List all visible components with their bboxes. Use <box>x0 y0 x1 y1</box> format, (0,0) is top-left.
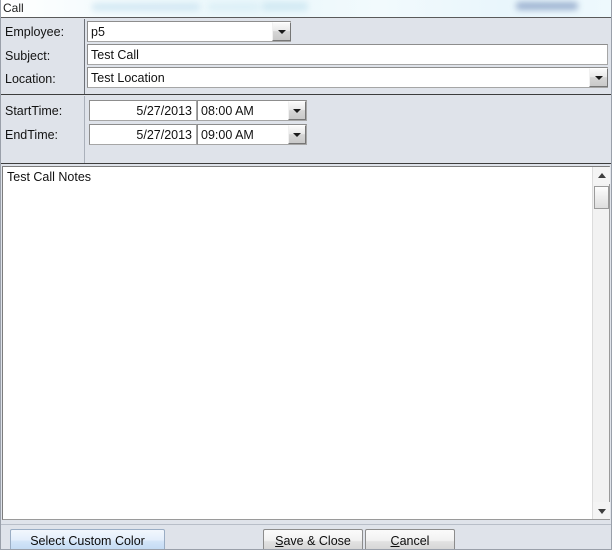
notes-textarea[interactable]: Test Call Notes <box>2 166 610 520</box>
employee-dropdown-button[interactable] <box>272 22 291 41</box>
endtime-date-input[interactable]: 5/27/2013 <box>89 124 197 145</box>
save-close-rest: ave & Close <box>283 534 351 548</box>
background-blur-c <box>262 2 308 11</box>
starttime-date-input[interactable]: 5/27/2013 <box>89 100 197 121</box>
location-label: Location: <box>5 72 56 86</box>
notes-text: Test Call Notes <box>7 170 92 184</box>
cancel-accel: C <box>390 534 400 548</box>
location-input[interactable]: Test Location <box>87 67 608 88</box>
cancel-rest: ancel <box>399 534 430 548</box>
background-blur-b <box>208 3 260 11</box>
subject-input[interactable]: Test Call <box>87 44 608 65</box>
subject-label: Subject: <box>5 49 51 63</box>
employee-label: Employee: <box>5 25 65 39</box>
background-blur-d <box>516 2 578 10</box>
window-title: Call <box>3 1 24 15</box>
endtime-dropdown-button[interactable] <box>288 125 306 144</box>
call-dialog-window: Call Employee: Subject: Location: p5 Tes… <box>0 0 612 550</box>
footer-divider <box>1 524 611 525</box>
schedule-section: StartTime: EndTime: 5/27/2013 08:00 AM 5… <box>1 96 611 164</box>
starttime-label: StartTime: <box>5 104 63 118</box>
save-and-close-button[interactable]: Save & Close <box>263 529 363 550</box>
window-title-bar: Call <box>0 0 612 17</box>
caret-up-icon[interactable] <box>593 167 610 184</box>
scroll-thumb[interactable] <box>594 186 609 209</box>
cancel-button[interactable]: Cancel <box>365 529 455 550</box>
caret-down-icon[interactable] <box>593 502 610 519</box>
details-section: Employee: Subject: Location: p5 Test Cal… <box>1 19 611 95</box>
endtime-label: EndTime: <box>5 128 59 142</box>
notes-vertical-scrollbar[interactable] <box>592 167 610 519</box>
background-blur-a <box>92 3 200 11</box>
location-dropdown-button[interactable] <box>589 68 608 87</box>
select-custom-color-button[interactable]: Select Custom Color <box>10 529 165 550</box>
dialog-panel: Employee: Subject: Location: p5 Test Cal… <box>0 17 612 550</box>
starttime-dropdown-button[interactable] <box>288 101 306 120</box>
employee-input[interactable]: p5 <box>87 21 291 42</box>
